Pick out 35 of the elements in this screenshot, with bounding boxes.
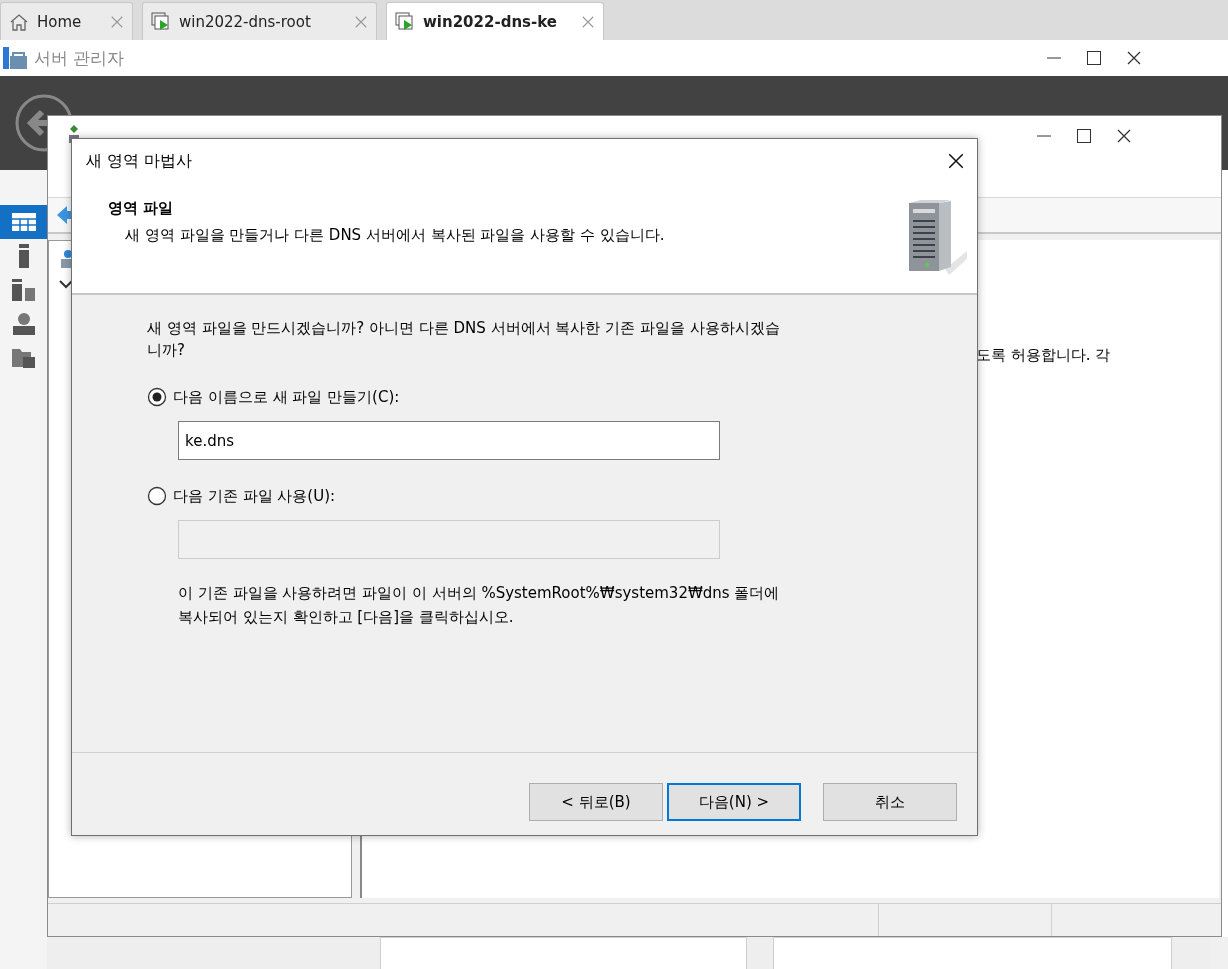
server-manager-icon <box>2 46 28 70</box>
radio-option[interactable]: 다음 기존 파일 사용(U): <box>147 486 336 506</box>
maximize-icon[interactable] <box>1076 128 1092 144</box>
dialog-button[interactable]: < 뒤로(B) <box>529 783 663 821</box>
description-text: 도록 허용합니다. 각 <box>976 346 1112 365</box>
folder-icon <box>10 347 37 369</box>
scroll-bar[interactable] <box>1210 937 1228 969</box>
browser-tab[interactable]: Home <box>0 2 133 40</box>
hint-text: 이 기존 파일을 사용하려면 파일이 이 서버의 %SystemRoot%₩system32₩dns 폴더에 복사되어 있는지 확인하고 [다음]을 클릭하십시오. <box>178 583 781 628</box>
dashboard-icon <box>10 212 37 232</box>
file-name-field[interactable]: ke.dns <box>178 421 720 460</box>
close-icon[interactable] <box>947 152 965 170</box>
dialog-button[interactable]: 다음(N) > <box>667 783 801 821</box>
close-icon[interactable] <box>1116 128 1132 144</box>
radio-icon[interactable] <box>147 387 167 407</box>
maximize-icon[interactable] <box>1086 50 1102 66</box>
question-text: 새 영역 파일을 만드시겠습니까? 아니면 다른 DNS 서버에서 복사한 기존 파일을 사용하시겠습니까? <box>147 318 781 361</box>
close-icon[interactable] <box>1126 50 1142 66</box>
network-server-icon <box>10 312 37 336</box>
browser-tab[interactable]: win2022-dns-root <box>142 2 377 40</box>
dialog-title: 새 영역 마법사 <box>86 150 193 172</box>
dialog-button[interactable]: 취소 <box>823 783 957 821</box>
radio-option[interactable]: 다음 이름으로 새 파일 만들기(C): <box>147 387 400 407</box>
vm-icon <box>395 11 415 32</box>
home-icon <box>9 12 29 31</box>
server-icon <box>17 243 30 269</box>
radio-icon[interactable] <box>147 486 167 506</box>
servers-icon <box>10 278 37 302</box>
chevron-icon[interactable] <box>59 279 73 289</box>
sidebar-item[interactable] <box>0 205 47 239</box>
page-subheading: 새 영역 파일을 만들거나 다른 DNS 서버에서 복사된 파일을 사용할 수 있습니다. <box>125 226 665 245</box>
browser-tab[interactable]: win2022-dns-ke <box>386 2 604 40</box>
window-title: 서버 관리자 <box>34 46 125 70</box>
page-heading: 영역 파일 <box>108 199 175 218</box>
vm-icon <box>151 11 171 32</box>
